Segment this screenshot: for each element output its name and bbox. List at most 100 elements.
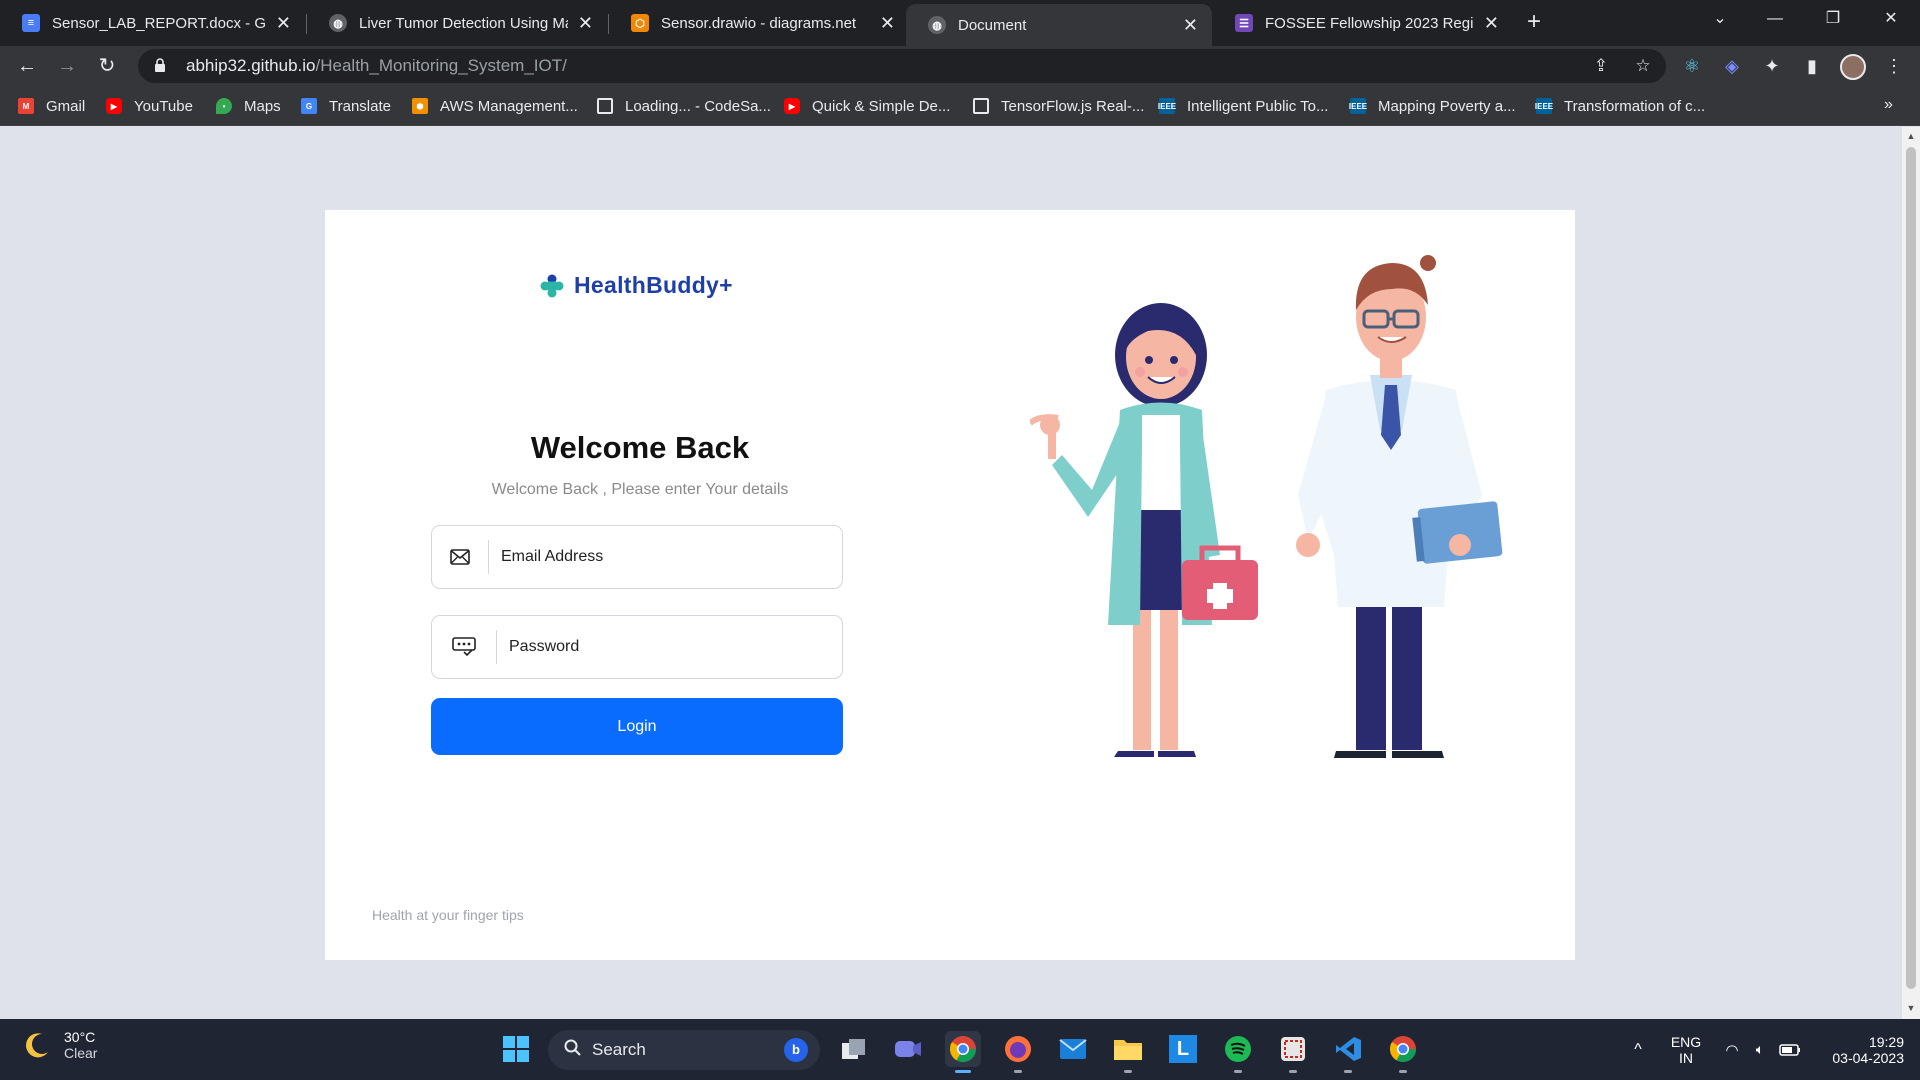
new-tab-button[interactable]: + — [1518, 6, 1550, 38]
close-icon[interactable]: ✕ — [1183, 15, 1198, 36]
task-view-icon[interactable] — [836, 1031, 872, 1067]
bookmark-youtube[interactable]: ▶ YouTube — [106, 96, 193, 116]
snipping-tool-icon[interactable] — [1275, 1031, 1311, 1073]
bookmark-translate[interactable]: G Translate — [301, 96, 391, 116]
bookmark-quick-simple[interactable]: ▶ Quick & Simple De... — [784, 96, 950, 116]
scroll-up-icon[interactable]: ▲ — [1902, 131, 1920, 141]
google-docs-icon: ≡ — [22, 14, 40, 32]
back-button[interactable]: ← — [11, 50, 43, 82]
bookmark-tensorflow[interactable]: TensorFlow.js Real-... — [973, 96, 1144, 116]
tab-document[interactable]: ◍ Document ✕ — [906, 4, 1212, 46]
tab-title: Sensor.drawio - diagrams.net — [661, 14, 857, 32]
password-input[interactable] — [509, 627, 842, 667]
bookmark-label: Gmail — [46, 97, 86, 115]
bookmark-transformation[interactable]: IEEE Transformation of c... — [1535, 96, 1705, 116]
menu-kebab-icon[interactable]: ⋮ — [1882, 54, 1906, 78]
envelope-icon — [432, 549, 488, 565]
mail-icon[interactable] — [1055, 1031, 1091, 1067]
bookmark-aws[interactable]: ⬢ AWS Management... — [412, 96, 578, 116]
bookmark-label: YouTube — [134, 97, 193, 115]
medical-cross-icon — [540, 274, 564, 298]
spotify-icon[interactable] — [1220, 1031, 1256, 1073]
bookmark-label: Maps — [244, 97, 281, 115]
vscode-icon[interactable] — [1330, 1031, 1366, 1073]
password-field[interactable] — [431, 615, 843, 679]
address-bar[interactable]: abhip32.github.io/Health_Monitoring_Syst… — [138, 49, 1666, 83]
bookmark-label: TensorFlow.js Real-... — [1001, 97, 1145, 115]
login-button[interactable]: Login — [431, 698, 843, 755]
teams-chat-icon[interactable] — [890, 1031, 926, 1067]
bookmark-intelligent-public[interactable]: IEEE Intelligent Public To... — [1158, 96, 1329, 116]
forward-button[interactable]: → — [51, 50, 83, 82]
browser-tab-strip: ≡ Sensor_LAB_REPORT.docx - Goog ✕ ◍ Live… — [0, 0, 1920, 46]
doctors-illustration — [1030, 255, 1503, 758]
extensions-puzzle-icon[interactable]: ✦ — [1760, 54, 1784, 78]
youtube-icon: ▶ — [784, 98, 800, 114]
scrollbar-thumb[interactable] — [1906, 147, 1916, 989]
chrome-taskbar-icon[interactable] — [945, 1031, 981, 1073]
bookmark-mapping-poverty[interactable]: IEEE Mapping Poverty a... — [1349, 96, 1516, 116]
vertical-scrollbar[interactable]: ▲ ▼ — [1902, 127, 1920, 1019]
share-icon[interactable]: ⇪ — [1590, 55, 1612, 77]
page-icon — [597, 98, 613, 114]
close-icon[interactable]: ✕ — [880, 13, 895, 34]
bookmark-maps[interactable]: • Maps — [216, 96, 281, 116]
file-explorer-icon[interactable] — [1110, 1031, 1146, 1073]
minimize-button[interactable]: — — [1748, 0, 1802, 40]
close-icon[interactable]: ✕ — [1484, 13, 1499, 34]
extension-diamond-icon[interactable]: ◈ — [1720, 54, 1744, 78]
email-input[interactable] — [501, 537, 842, 577]
bing-icon: b — [784, 1038, 808, 1062]
firefox-icon[interactable] — [1000, 1031, 1036, 1073]
tab-sensor-drawio[interactable]: ⬡ Sensor.drawio - diagrams.net ✕ — [609, 0, 909, 46]
lock-icon[interactable] — [154, 58, 170, 74]
close-window-button[interactable]: ✕ — [1864, 0, 1918, 40]
email-field[interactable] — [431, 525, 843, 589]
close-icon[interactable]: ✕ — [276, 13, 291, 34]
ieee-icon: IEEE — [1535, 98, 1553, 114]
close-icon[interactable]: ✕ — [578, 13, 593, 34]
lens-l-icon[interactable]: L — [1165, 1031, 1201, 1067]
bookmark-gmail[interactable]: M Gmail — [18, 96, 85, 116]
lang-bottom: IN — [1679, 1049, 1693, 1066]
ieee-icon: IEEE — [1349, 98, 1367, 114]
drawio-icon: ⬡ — [631, 14, 649, 32]
translate-icon: G — [301, 98, 317, 114]
bookmark-label: AWS Management... — [440, 97, 578, 115]
restore-button[interactable]: ❐ — [1806, 0, 1860, 40]
bookmarks-overflow-icon[interactable]: » — [1884, 96, 1893, 114]
url-host: abhip32.github.io — [186, 56, 316, 75]
bookmark-codesandbox[interactable]: Loading... - CodeSa... — [597, 96, 771, 116]
wifi-icon[interactable]: ◠ — [1722, 1019, 1742, 1080]
google-forms-icon: ☰ — [1235, 14, 1253, 32]
windows-taskbar: 30°C Clear Search b L ^ ENG IN ◠ 🔈︎ 19:2… — [0, 1019, 1920, 1080]
brand-logo[interactable]: HealthBuddy+ — [540, 272, 733, 299]
react-devtools-icon[interactable]: ⚛ — [1680, 54, 1704, 78]
reload-button[interactable]: ↻ — [91, 50, 123, 82]
tab-sensor-lab-report[interactable]: ≡ Sensor_LAB_REPORT.docx - Goog ✕ — [0, 0, 305, 46]
taskbar-search[interactable]: Search b — [548, 1030, 820, 1070]
bookmark-label: Intelligent Public To... — [1187, 97, 1329, 115]
weather-widget[interactable]: 30°C Clear — [22, 1029, 97, 1061]
volume-icon[interactable]: 🔈︎ — [1750, 1019, 1770, 1080]
chrome-profile-icon[interactable] — [1385, 1031, 1421, 1073]
tab-title: Sensor_LAB_REPORT.docx - Goog — [52, 14, 266, 32]
battery-icon[interactable] — [1778, 1019, 1802, 1080]
female-doctor-figure — [1030, 303, 1258, 757]
clock-time: 19:29 — [1868, 1033, 1904, 1050]
tab-liver-tumor[interactable]: ◍ Liver Tumor Detection Using Mac ✕ — [307, 0, 607, 46]
show-hidden-icons[interactable]: ^ — [1628, 1019, 1648, 1080]
side-panel-icon[interactable]: ▮ — [1800, 54, 1824, 78]
profile-avatar[interactable] — [1840, 54, 1866, 80]
tab-title: Document — [958, 16, 1027, 34]
bookmark-star-icon[interactable]: ☆ — [1632, 55, 1654, 77]
clock[interactable]: 19:29 03-04-2023 — [1814, 1019, 1904, 1080]
tab-fossee[interactable]: ☰ FOSSEE Fellowship 2023 Registra ✕ — [1213, 0, 1513, 46]
windows-start-icon[interactable] — [498, 1031, 534, 1067]
search-icon — [564, 1039, 582, 1062]
tab-search-button[interactable]: ⌄ — [1693, 0, 1747, 40]
field-divider — [496, 630, 497, 664]
language-indicator[interactable]: ENG IN — [1664, 1019, 1708, 1080]
scroll-down-icon[interactable]: ▼ — [1902, 1003, 1920, 1013]
browser-toolbar: ← → ↻ abhip32.github.io/Health_Monitorin… — [0, 46, 1920, 86]
